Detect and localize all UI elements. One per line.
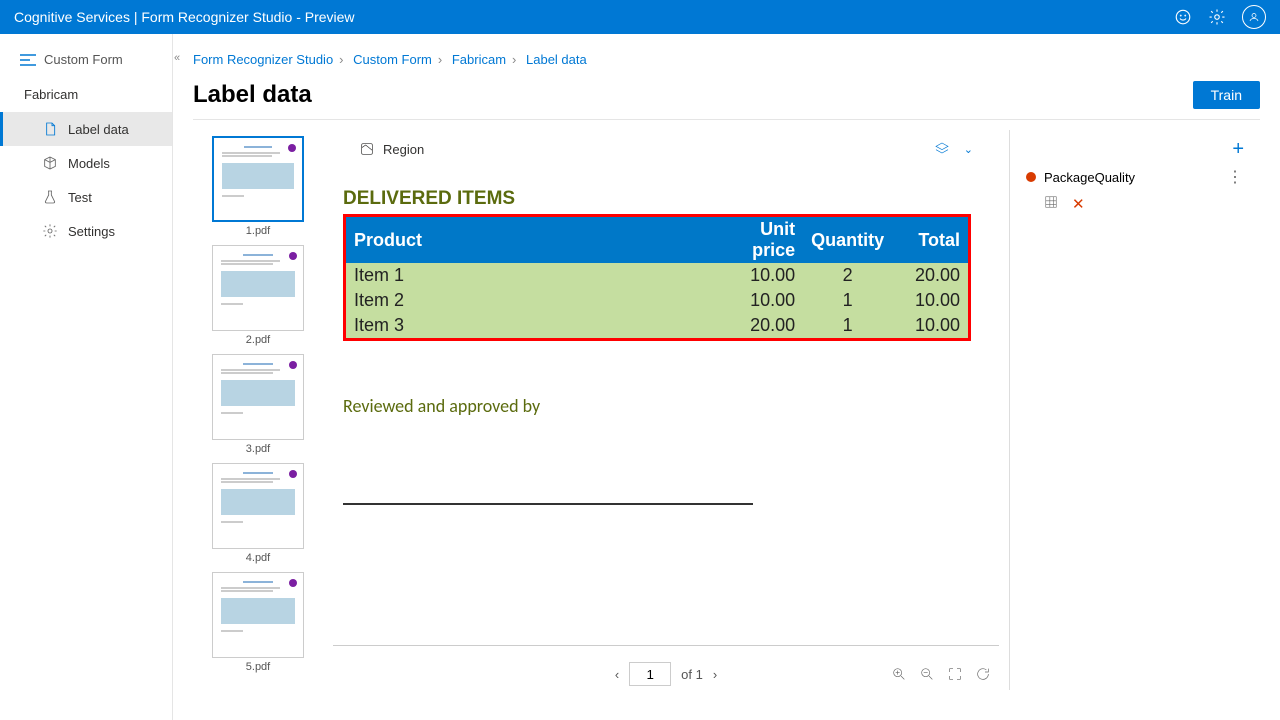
app-header: Cognitive Services | Form Recognizer Stu… bbox=[0, 0, 1280, 34]
th-quantity: Quantity bbox=[803, 217, 892, 263]
thumbnail[interactable]: 5.pdf bbox=[212, 572, 304, 676]
thumb-label: 5.pdf bbox=[212, 658, 304, 676]
next-page-icon[interactable]: › bbox=[713, 667, 717, 682]
page-title: Label data bbox=[193, 81, 1193, 109]
gear-icon[interactable] bbox=[1208, 8, 1226, 26]
sidebar-head: Custom Form bbox=[0, 48, 172, 81]
sidebar-item-label-data[interactable]: Label data bbox=[0, 112, 172, 146]
page-total: of 1 bbox=[681, 667, 703, 682]
fit-icon[interactable] bbox=[947, 666, 963, 682]
document-icon bbox=[42, 121, 58, 137]
selection-box[interactable]: Product Unit price Quantity Total Item 1… bbox=[343, 214, 971, 341]
table-row: Item 210.00110.00 bbox=[346, 288, 968, 313]
gear-icon bbox=[42, 223, 58, 239]
thumbnail[interactable]: 2.pdf bbox=[212, 245, 304, 349]
thumb-label: 3.pdf bbox=[212, 440, 304, 458]
flask-icon bbox=[42, 189, 58, 205]
tags-panel: + PackageQuality ⋮ ✕ bbox=[1010, 130, 1260, 690]
page-input[interactable] bbox=[629, 662, 671, 686]
canvas-pane: Region ⌄ DELIVERED ITEMS Product Unit pr… bbox=[323, 130, 1010, 690]
tag-color-dot bbox=[1026, 172, 1036, 182]
table-icon[interactable] bbox=[1044, 195, 1058, 209]
project-name[interactable]: Fabricam bbox=[0, 81, 172, 112]
add-tag-button[interactable]: + bbox=[1232, 138, 1244, 161]
thumbnail[interactable]: 4.pdf bbox=[212, 463, 304, 567]
list-icon bbox=[20, 54, 36, 66]
prev-page-icon[interactable]: ‹ bbox=[615, 667, 619, 682]
sidebar-item-settings[interactable]: Settings bbox=[0, 214, 172, 248]
layers-icon[interactable] bbox=[934, 141, 950, 157]
user-avatar[interactable] bbox=[1242, 5, 1266, 29]
pager: ‹ of 1 › bbox=[323, 662, 1009, 686]
train-button[interactable]: Train bbox=[1193, 81, 1260, 109]
app-title: Cognitive Services | Form Recognizer Stu… bbox=[14, 9, 1174, 25]
thumb-label: 1.pdf bbox=[212, 222, 304, 240]
section-title: DELIVERED ITEMS bbox=[343, 188, 971, 210]
sidebar-item-label: Models bbox=[68, 156, 110, 171]
thumbnail[interactable]: 1.pdf bbox=[212, 136, 304, 240]
zoom-out-icon[interactable] bbox=[919, 666, 935, 682]
th-total: Total bbox=[892, 217, 968, 263]
th-product: Product bbox=[346, 217, 713, 263]
sidebar-item-label: Test bbox=[68, 190, 92, 205]
thumb-label: 2.pdf bbox=[212, 331, 304, 349]
rotate-icon[interactable] bbox=[975, 666, 991, 682]
th-unitprice: Unit price bbox=[713, 217, 803, 263]
sidebar-item-label: Settings bbox=[68, 224, 115, 239]
sidebar-head-label: Custom Form bbox=[44, 52, 123, 67]
region-tool[interactable]: Region bbox=[359, 141, 424, 157]
crumb[interactable]: Form Recognizer Studio bbox=[193, 52, 333, 67]
signature-line bbox=[343, 503, 753, 505]
thumbnail[interactable]: 3.pdf bbox=[212, 354, 304, 458]
cube-icon bbox=[42, 155, 58, 171]
tag-name: PackageQuality bbox=[1044, 170, 1135, 185]
tag-row[interactable]: PackageQuality ⋮ bbox=[1026, 167, 1244, 187]
crumb[interactable]: Fabricam bbox=[452, 52, 506, 67]
sidebar: « Custom Form Fabricam Label data Models… bbox=[0, 34, 173, 720]
zoom-in-icon[interactable] bbox=[891, 666, 907, 682]
region-icon bbox=[359, 141, 375, 157]
breadcrumb: Form Recognizer Studio› Custom Form› Fab… bbox=[193, 52, 1260, 67]
sidebar-item-test[interactable]: Test bbox=[0, 180, 172, 214]
sidebar-item-models[interactable]: Models bbox=[0, 146, 172, 180]
table-row: Item 110.00220.00 bbox=[346, 263, 968, 288]
smile-icon[interactable] bbox=[1174, 8, 1192, 26]
thumbnail-list: 1.pdf 2.pdf 3.pdf 4.pdf 5.pdf bbox=[193, 130, 323, 690]
region-label: Region bbox=[383, 142, 424, 157]
chevron-down-icon[interactable]: ⌄ bbox=[964, 143, 973, 156]
thumb-label: 4.pdf bbox=[212, 549, 304, 567]
table-row: Item 320.00110.00 bbox=[346, 313, 968, 338]
items-table: Product Unit price Quantity Total Item 1… bbox=[346, 217, 968, 338]
crumb[interactable]: Label data bbox=[526, 52, 587, 67]
close-icon[interactable]: ✕ bbox=[1072, 195, 1085, 213]
sidebar-item-label: Label data bbox=[68, 122, 129, 137]
reviewed-label: Reviewed and approved by bbox=[343, 395, 971, 417]
crumb[interactable]: Custom Form bbox=[353, 52, 432, 67]
tag-more-icon[interactable]: ⋮ bbox=[1227, 167, 1244, 187]
